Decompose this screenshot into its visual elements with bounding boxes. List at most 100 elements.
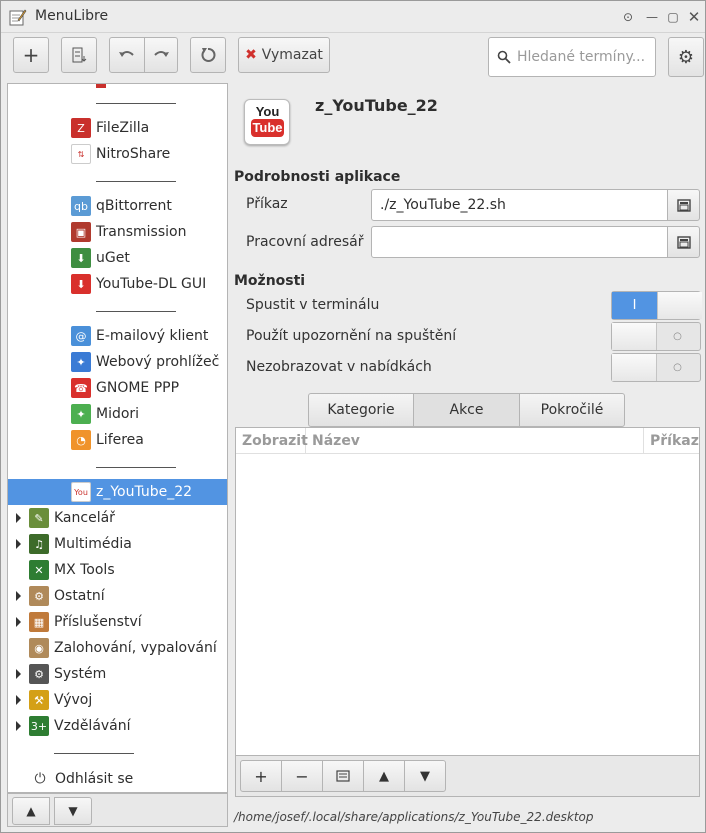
category-label: Multimédia [54, 536, 132, 552]
tree-item[interactable]: ✦ Webový prohlížeč [8, 349, 227, 375]
separator [96, 467, 176, 468]
tab-kategorie[interactable]: Kategorie [308, 393, 414, 427]
tree-item[interactable]: qb qBittorrent [8, 193, 227, 219]
details-section-title: Podrobnosti aplikace [234, 169, 401, 185]
add-button[interactable]: + [13, 37, 49, 73]
office-icon: ✎ [29, 508, 49, 528]
move-action-up-button[interactable]: ▲ [363, 760, 405, 792]
no-display-switch[interactable]: ○ [611, 353, 701, 382]
column-header-command[interactable]: Příkaz [644, 428, 699, 454]
expand-arrow-icon[interactable] [16, 669, 21, 679]
startup-notify-switch[interactable]: ○ [611, 322, 701, 351]
tree-item[interactable]: ☎ GNOME PPP [8, 375, 227, 401]
remove-action-button[interactable]: − [281, 760, 323, 792]
command-field[interactable]: ./z_YouTube_22.sh [371, 189, 668, 221]
tree-item[interactable]: ◔ Liferea [8, 427, 227, 453]
category-item[interactable]: ✎ Kancelář [29, 505, 115, 531]
workdir-field[interactable] [371, 226, 668, 258]
youtube-dl-icon: ⬇ [71, 274, 91, 294]
desktop-file-path: /home/josef/.local/share/applications/z_… [234, 810, 594, 824]
move-up-button[interactable]: ▲ [12, 797, 50, 825]
menulibre-icon [9, 8, 27, 26]
column-header-name[interactable]: Název [306, 428, 644, 454]
app-name[interactable]: z_YouTube_22 [315, 96, 438, 115]
tree-item[interactable]: ▣ Transmission [8, 219, 227, 245]
switch-off-indicator: ○ [673, 331, 682, 342]
add-action-button[interactable]: + [240, 760, 282, 792]
category-item[interactable]: ⚒ Vývoj [29, 687, 92, 713]
tree-item[interactable]: @ E-mailový klient [8, 323, 227, 349]
app-icon-button[interactable]: You Tube [244, 99, 290, 145]
move-down-button[interactable]: ▼ [54, 797, 92, 825]
actions-table[interactable]: Zobrazit Název Příkaz [235, 427, 700, 797]
switch-off-indicator: ○ [673, 362, 682, 373]
up-icon[interactable]: ⊙ [618, 8, 638, 26]
add-separator-button[interactable] [61, 37, 97, 73]
undo-button[interactable] [109, 37, 145, 73]
close-icon[interactable]: ✕ [684, 8, 704, 26]
redo-button[interactable] [144, 37, 178, 73]
search-box[interactable] [488, 37, 656, 77]
tree-item[interactable]: Z FileZilla [8, 115, 227, 141]
browse-icon [676, 199, 691, 212]
tree-item-label: z_YouTube_22 [96, 484, 193, 500]
menu-tree[interactable]: Z FileZilla ⇅ NitroShare qb qBittorrent ▣ Trans… [7, 83, 228, 793]
tab-bar: Kategorie Akce Pokročilé [308, 393, 625, 427]
category-item[interactable]: ✕ MX Tools [29, 557, 115, 583]
expand-arrow-icon[interactable] [16, 591, 21, 601]
category-label: Zalohování, vypalování [54, 640, 217, 656]
category-item[interactable]: 3+ Vzdělávání [29, 713, 131, 739]
settings-button[interactable]: ⚙ [668, 37, 704, 77]
workdir-browse-button[interactable] [667, 226, 700, 258]
title-bar: MenuLibre ⊙ — ▢ ✕ [1, 1, 705, 33]
workdir-label: Pracovní adresář [246, 234, 364, 250]
tree-item[interactable]: ⬇ YouTube-DL GUI [8, 271, 227, 297]
separator [54, 753, 134, 754]
tab-akce[interactable]: Akce [413, 393, 520, 427]
midori-icon: ✦ [71, 404, 91, 424]
minimize-icon[interactable]: — [642, 8, 662, 26]
logout-item[interactable]: ⏻ Odhlásit se [30, 766, 133, 792]
category-item[interactable]: ▦ Příslušenství [29, 609, 142, 635]
edit-icon [336, 770, 350, 782]
category-item[interactable]: ⚙ Systém [29, 661, 106, 687]
expand-arrow-icon[interactable] [16, 695, 21, 705]
search-input[interactable] [517, 49, 647, 65]
tree-item-label: E-mailový klient [96, 328, 209, 344]
revert-button[interactable] [190, 37, 226, 73]
tree-item[interactable]: ⬇ uGet [8, 245, 227, 271]
tree-item-label: Webový prohlížeč [96, 354, 220, 370]
email-icon: @ [71, 326, 91, 346]
partial-icon [96, 84, 106, 88]
switch-knob [657, 292, 702, 319]
move-action-down-button[interactable]: ▼ [404, 760, 446, 792]
qbittorrent-icon: qb [71, 196, 91, 216]
category-item[interactable]: ♫ Multimédia [29, 531, 132, 557]
tree-item-label: FileZilla [96, 120, 150, 136]
separator [96, 311, 176, 312]
edit-action-button[interactable] [322, 760, 364, 792]
tab-pokrocile[interactable]: Pokročilé [519, 393, 625, 427]
development-icon: ⚒ [29, 690, 49, 710]
tree-item-label: Midori [96, 406, 140, 422]
run-in-terminal-switch[interactable]: I [611, 291, 702, 320]
category-item[interactable]: ◉ Zalohování, vypalování [29, 635, 217, 661]
add-icon: + [254, 766, 268, 786]
command-browse-button[interactable] [667, 189, 700, 221]
tree-item[interactable]: You z_YouTube_22 [8, 479, 227, 505]
expand-arrow-icon[interactable] [16, 721, 21, 731]
move-down-icon: ▼ [420, 768, 430, 784]
maximize-icon[interactable]: ▢ [663, 8, 683, 26]
column-header-show[interactable]: Zobrazit [236, 428, 308, 454]
youtube-icon-bottom: Tube [251, 119, 284, 137]
expand-arrow-icon[interactable] [16, 617, 21, 627]
expand-arrow-icon[interactable] [16, 539, 21, 549]
delete-button[interactable]: ✖ Vymazat [238, 37, 330, 73]
category-label: Vzdělávání [54, 718, 131, 734]
tree-buttons: ▲ ▼ [7, 793, 228, 827]
expand-arrow-icon[interactable] [16, 513, 21, 523]
tree-item[interactable]: ✦ Midori [8, 401, 227, 427]
tree-item[interactable]: ⇅ NitroShare [8, 141, 227, 167]
delete-label: Vymazat [261, 47, 323, 63]
category-item[interactable]: ⚙ Ostatní [29, 583, 105, 609]
